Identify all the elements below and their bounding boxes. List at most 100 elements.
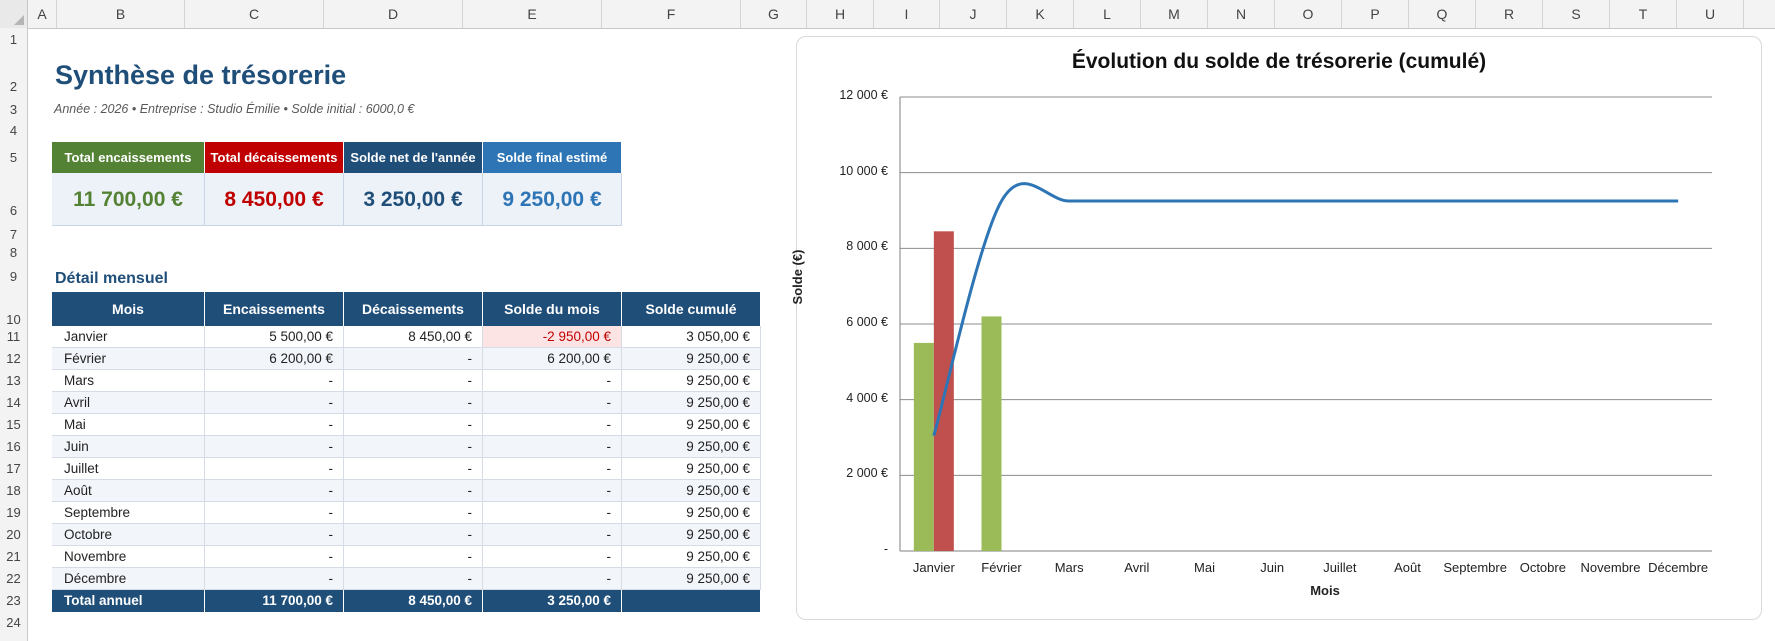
table-cell[interactable]: - <box>205 480 344 502</box>
total-cell[interactable] <box>622 590 761 612</box>
row-header[interactable]: 10 <box>0 292 27 327</box>
table-cell[interactable]: - <box>344 348 483 370</box>
total-cell[interactable]: 11 700,00 € <box>205 590 344 612</box>
column-header[interactable]: L <box>1074 0 1141 28</box>
column-header[interactable]: E <box>463 0 602 28</box>
column-header[interactable]: G <box>741 0 807 28</box>
table-cell[interactable]: - <box>205 546 344 568</box>
month-cell[interactable]: Juillet <box>52 458 205 480</box>
column-header[interactable]: M <box>1141 0 1208 28</box>
row-header[interactable]: 18 <box>0 480 27 502</box>
table-cell[interactable]: - <box>483 502 622 524</box>
table-cell[interactable]: 8 450,00 € <box>344 326 483 348</box>
table-cell[interactable]: 9 250,00 € <box>622 480 761 502</box>
column-header[interactable]: Q <box>1409 0 1476 28</box>
month-cell[interactable]: Décembre <box>52 568 205 590</box>
table-cell[interactable]: 9 250,00 € <box>622 502 761 524</box>
table-cell[interactable]: 9 250,00 € <box>622 436 761 458</box>
table-cell[interactable]: - <box>205 370 344 392</box>
row-header[interactable]: 2 <box>0 51 27 100</box>
total-cell[interactable]: 8 450,00 € <box>344 590 483 612</box>
table-cell[interactable]: - <box>344 436 483 458</box>
table-cell[interactable]: 6 200,00 € <box>483 348 622 370</box>
month-cell[interactable]: Octobre <box>52 524 205 546</box>
column-header[interactable]: I <box>874 0 940 28</box>
row-header[interactable]: 20 <box>0 524 27 546</box>
total-cell[interactable]: Total annuel <box>52 590 205 612</box>
table-cell[interactable]: - <box>205 414 344 436</box>
table-cell[interactable]: - <box>483 436 622 458</box>
month-cell[interactable]: Janvier <box>52 326 205 348</box>
table-cell[interactable]: - <box>205 524 344 546</box>
month-cell[interactable]: Avril <box>52 392 205 414</box>
month-cell[interactable]: Novembre <box>52 546 205 568</box>
select-all-button[interactable] <box>0 0 28 28</box>
row-header[interactable]: 7 <box>0 226 27 244</box>
table-cell[interactable]: 9 250,00 € <box>622 546 761 568</box>
row-header[interactable]: 24 <box>0 612 27 634</box>
row-header[interactable]: 15 <box>0 414 27 436</box>
column-header[interactable]: R <box>1476 0 1543 28</box>
table-cell[interactable]: - <box>344 392 483 414</box>
table-cell[interactable]: 9 250,00 € <box>622 370 761 392</box>
column-header[interactable]: H <box>807 0 874 28</box>
column-header[interactable]: S <box>1543 0 1610 28</box>
column-header[interactable]: A <box>28 0 57 28</box>
column-header[interactable]: U <box>1677 0 1744 28</box>
table-cell[interactable]: - <box>344 524 483 546</box>
column-header[interactable]: T <box>1610 0 1677 28</box>
month-cell[interactable]: Mai <box>52 414 205 436</box>
table-cell[interactable]: - <box>483 370 622 392</box>
month-cell[interactable]: Septembre <box>52 502 205 524</box>
row-header[interactable]: 22 <box>0 568 27 590</box>
row-header[interactable]: 17 <box>0 458 27 480</box>
table-cell[interactable]: - <box>483 524 622 546</box>
row-header[interactable]: 6 <box>0 173 27 226</box>
table-cell[interactable]: 9 250,00 € <box>622 458 761 480</box>
table-cell[interactable]: 9 250,00 € <box>622 348 761 370</box>
table-cell[interactable]: 9 250,00 € <box>622 414 761 436</box>
table-cell[interactable]: - <box>483 392 622 414</box>
table-cell[interactable]: 9 250,00 € <box>622 568 761 590</box>
column-header[interactable]: K <box>1007 0 1074 28</box>
table-cell[interactable]: 3 050,00 € <box>622 326 761 348</box>
row-header[interactable]: 23 <box>0 590 27 612</box>
table-cell[interactable]: - <box>344 480 483 502</box>
table-cell[interactable]: - <box>483 568 622 590</box>
table-cell[interactable]: - <box>483 546 622 568</box>
table-cell[interactable]: - <box>344 458 483 480</box>
row-header[interactable]: 14 <box>0 392 27 414</box>
table-cell[interactable]: - <box>483 480 622 502</box>
row-header[interactable]: 9 <box>0 262 27 292</box>
table-cell[interactable]: -2 950,00 € <box>483 326 622 348</box>
row-header[interactable]: 4 <box>0 119 27 142</box>
column-header[interactable]: J <box>940 0 1007 28</box>
column-header[interactable]: F <box>602 0 741 28</box>
table-cell[interactable]: 5 500,00 € <box>205 326 344 348</box>
table-cell[interactable]: - <box>205 392 344 414</box>
month-cell[interactable]: Février <box>52 348 205 370</box>
row-header[interactable]: 8 <box>0 244 27 262</box>
row-header[interactable]: 1 <box>0 28 27 51</box>
table-cell[interactable]: 6 200,00 € <box>205 348 344 370</box>
table-cell[interactable]: - <box>483 458 622 480</box>
row-header[interactable]: 19 <box>0 502 27 524</box>
row-header[interactable]: 13 <box>0 370 27 392</box>
table-cell[interactable]: - <box>344 502 483 524</box>
total-cell[interactable]: 3 250,00 € <box>483 590 622 612</box>
table-cell[interactable]: - <box>344 414 483 436</box>
month-cell[interactable]: Mars <box>52 370 205 392</box>
row-header[interactable]: 5 <box>0 142 27 173</box>
table-cell[interactable]: - <box>205 458 344 480</box>
column-header[interactable]: B <box>57 0 185 28</box>
table-cell[interactable]: - <box>205 436 344 458</box>
column-header[interactable]: D <box>324 0 463 28</box>
table-cell[interactable]: - <box>205 568 344 590</box>
row-header[interactable]: 12 <box>0 348 27 370</box>
month-cell[interactable]: Août <box>52 480 205 502</box>
month-cell[interactable]: Juin <box>52 436 205 458</box>
table-cell[interactable]: - <box>205 502 344 524</box>
column-header[interactable]: N <box>1208 0 1275 28</box>
table-cell[interactable]: 9 250,00 € <box>622 524 761 546</box>
column-header[interactable]: O <box>1275 0 1342 28</box>
